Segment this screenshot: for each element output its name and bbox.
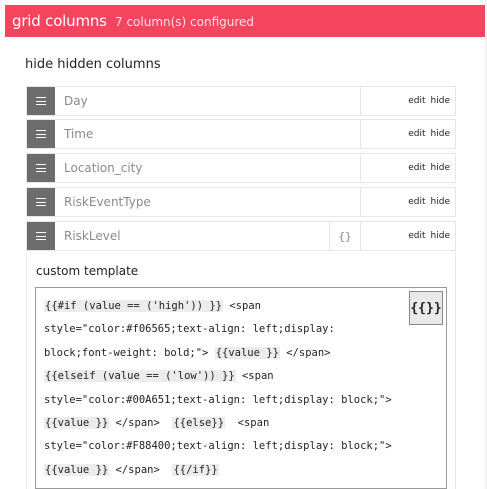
template-braces-icon[interactable]: {} bbox=[329, 222, 360, 250]
code-text: <span bbox=[225, 417, 270, 430]
edit-column-link[interactable]: edit bbox=[408, 129, 425, 139]
code-text: style="color:#f06565;text-align: left;di… bbox=[44, 323, 335, 336]
hide-hidden-columns-link[interactable]: hide hidden columns bbox=[25, 57, 161, 72]
edit-column-link[interactable]: edit bbox=[408, 96, 425, 106]
column-row-location-city: Location_city edit hide bbox=[26, 153, 456, 183]
code-line: block;font-weight: bold;"> {{value }} </… bbox=[44, 342, 409, 365]
drag-handle-icon[interactable] bbox=[27, 120, 55, 148]
drag-handle-icon[interactable] bbox=[27, 154, 55, 182]
code-text: style="color:#F88400;text-align: left;di… bbox=[44, 440, 392, 453]
code-line: {{value }} </span> {{/if}} bbox=[44, 459, 409, 482]
column-row-risk-event-type: RiskEventType edit hide bbox=[26, 187, 456, 217]
edit-column-link[interactable]: edit bbox=[408, 163, 425, 173]
code-text: <span bbox=[235, 370, 274, 383]
hide-column-link[interactable]: hide bbox=[431, 129, 450, 139]
column-name: RiskEventType bbox=[64, 195, 151, 209]
drag-handle-icon[interactable] bbox=[27, 222, 55, 250]
code-line: style="color:#F88400;text-align: left;di… bbox=[44, 435, 409, 458]
column-row-risk-level: RiskLevel {} edit hide bbox=[26, 221, 456, 251]
handlebars-tag: {{value }} bbox=[44, 417, 110, 430]
code-text: <span bbox=[223, 300, 261, 312]
column-name: RiskLevel bbox=[64, 229, 121, 243]
handlebars-tag: {{/if}} bbox=[172, 463, 219, 476]
code-text: </span> bbox=[109, 417, 173, 430]
column-name: Location_city bbox=[64, 161, 143, 175]
hide-column-link[interactable]: hide bbox=[431, 231, 450, 241]
code-line: style="color:#f06565;text-align: left;di… bbox=[44, 318, 409, 341]
column-name: Day bbox=[64, 94, 88, 108]
column-row-time: Time edit hide bbox=[26, 119, 456, 149]
drag-handle-icon[interactable] bbox=[27, 87, 55, 115]
custom-template-label: custom template bbox=[36, 264, 139, 278]
insert-placeholder-button[interactable]: {{}} bbox=[409, 291, 443, 325]
hide-column-link[interactable]: hide bbox=[431, 96, 450, 106]
handlebars-tag: {{#if (value == ('high')) }} bbox=[44, 300, 224, 312]
handlebars-tag: {{value }} bbox=[214, 346, 280, 359]
template-code-editor[interactable]: {{#if (value == ('high')) }} <span style=… bbox=[35, 287, 447, 489]
handlebars-tag: {{else}} bbox=[172, 417, 226, 430]
template-code[interactable]: {{#if (value == ('high')) }} <span style=… bbox=[44, 295, 409, 482]
column-actions: edit hide bbox=[360, 222, 455, 250]
edit-column-link[interactable]: edit bbox=[408, 231, 425, 241]
edit-column-link[interactable]: edit bbox=[408, 197, 425, 207]
column-name: Time bbox=[64, 127, 94, 141]
handlebars-tag: {{elseif (value == ('low')) }} bbox=[44, 370, 236, 383]
code-line: {{value }} </span> {{else}} <span bbox=[44, 412, 409, 435]
handlebars-tag: {{value }} bbox=[44, 463, 110, 476]
column-actions: edit hide bbox=[360, 87, 455, 115]
code-line: {{elseif (value == ('low')) }} <span bbox=[44, 365, 409, 388]
custom-template-panel: custom template {{#if (value == ('high')… bbox=[26, 252, 456, 489]
column-actions: edit hide bbox=[360, 154, 455, 182]
hide-column-link[interactable]: hide bbox=[431, 163, 450, 173]
grid-columns-header: grid columns 7 column(s) configured bbox=[5, 5, 485, 37]
code-line: {{#if (value == ('high')) }} <span bbox=[44, 295, 409, 318]
code-text: </span> bbox=[109, 463, 173, 476]
code-text: style="color:#00A651;text-align: left;di… bbox=[44, 393, 392, 406]
hide-column-link[interactable]: hide bbox=[431, 197, 450, 207]
column-row-day: Day edit hide bbox=[26, 86, 456, 116]
header-title: grid columns bbox=[12, 12, 107, 30]
code-text: </span> bbox=[279, 346, 331, 359]
code-text: block;font-weight: bold;"> bbox=[44, 346, 215, 359]
code-line: style="color:#00A651;text-align: left;di… bbox=[44, 389, 409, 412]
column-actions: edit hide bbox=[360, 120, 455, 148]
column-actions: edit hide bbox=[360, 188, 455, 216]
drag-handle-icon[interactable] bbox=[27, 188, 55, 216]
header-subtitle: 7 column(s) configured bbox=[115, 15, 255, 29]
